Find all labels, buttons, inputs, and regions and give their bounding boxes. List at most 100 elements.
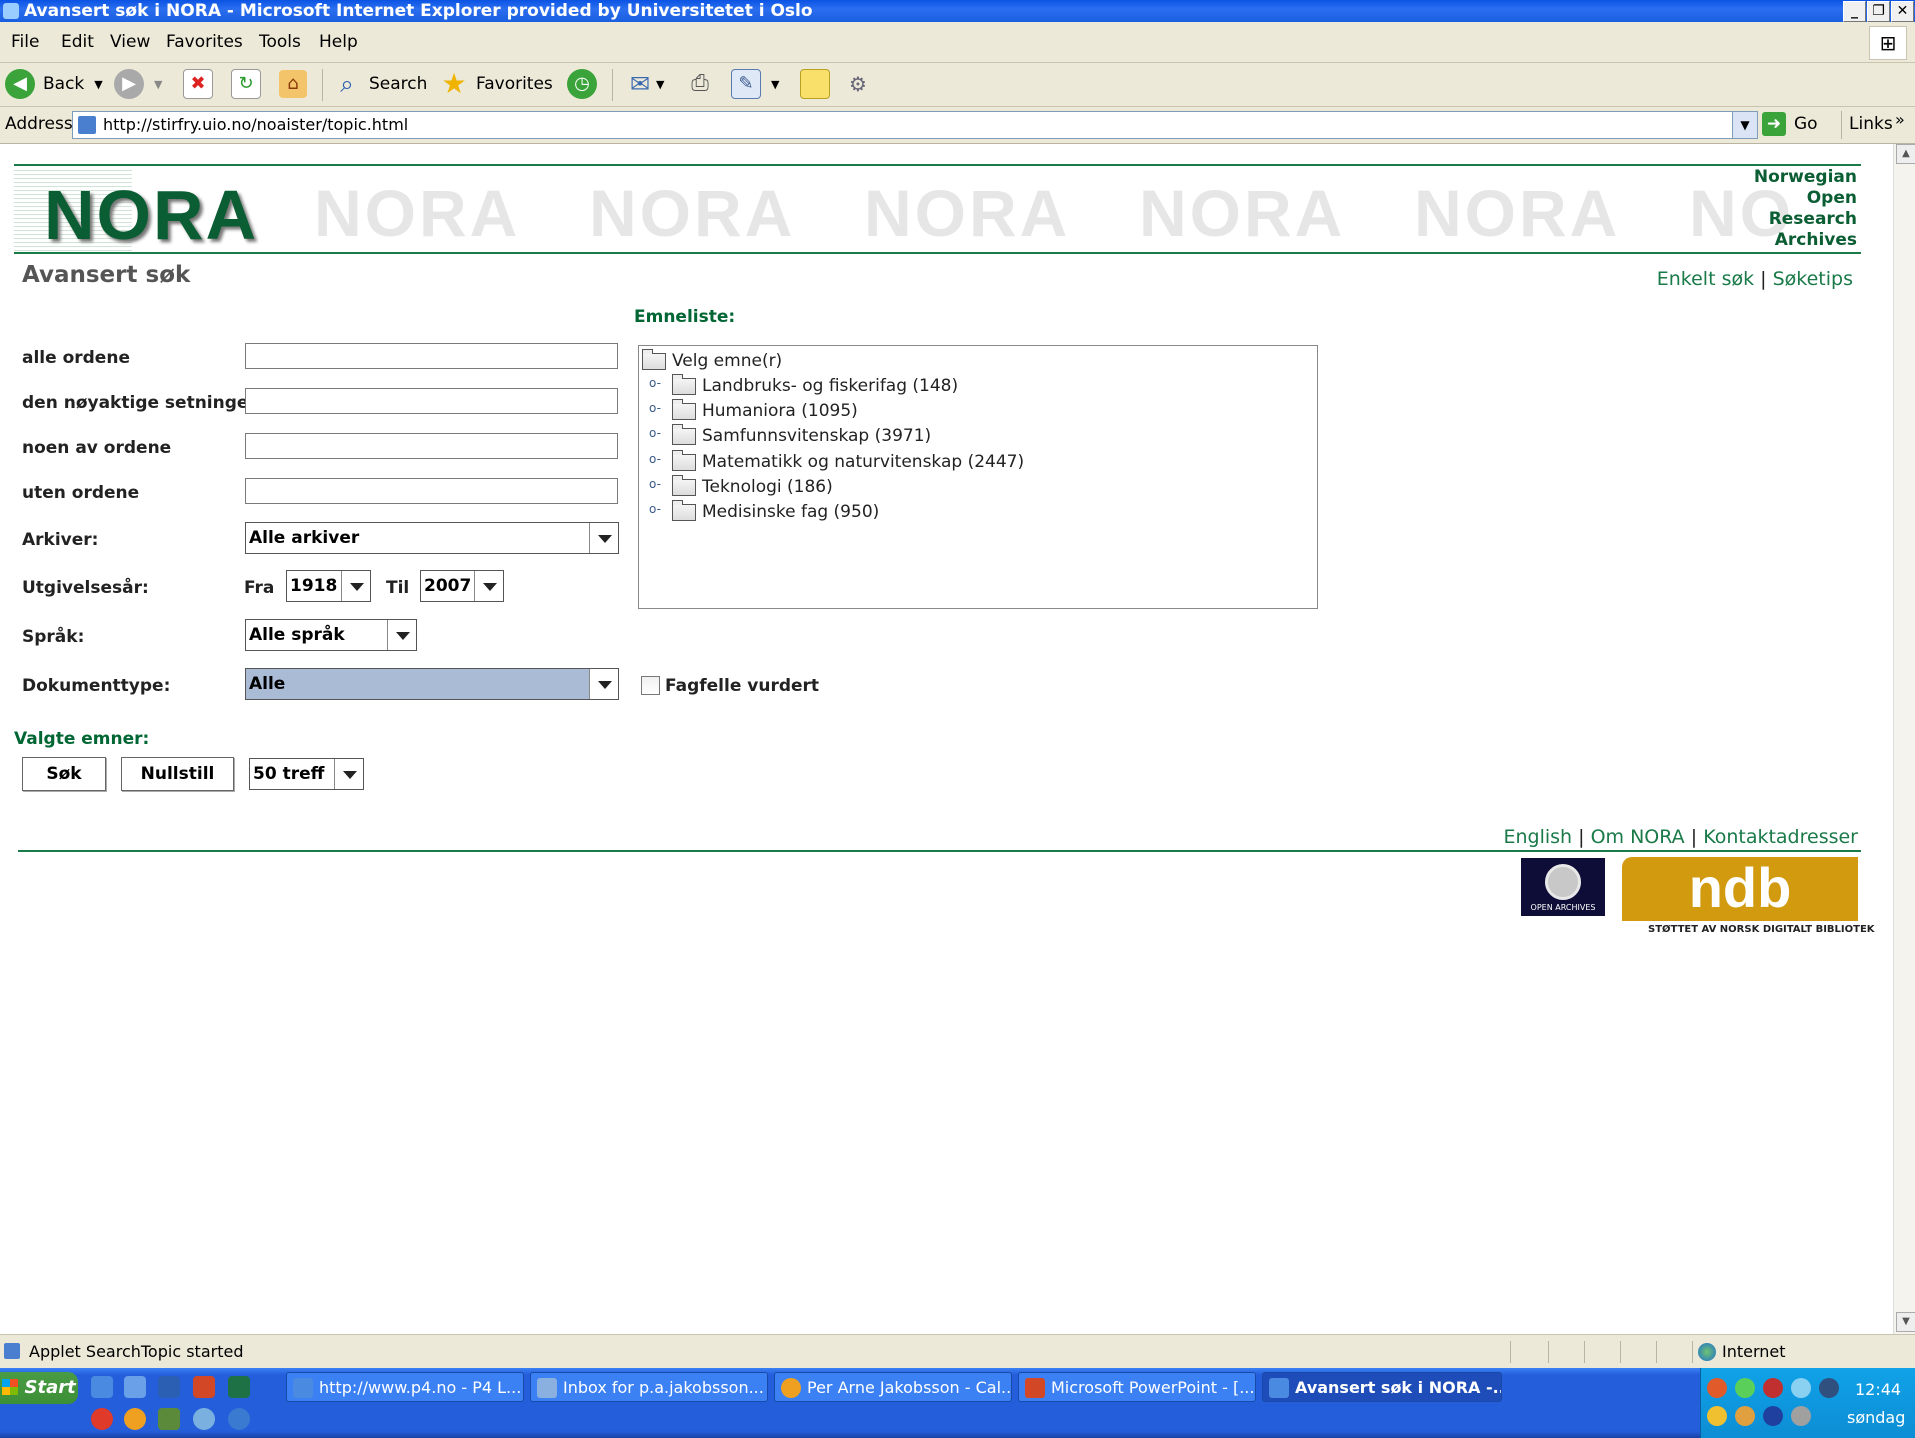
search-tips-link[interactable]: Søketips bbox=[1773, 268, 1853, 290]
mail-tray-icon[interactable] bbox=[1735, 1378, 1755, 1398]
tree-item[interactable]: Samfunnsvitenskap (3971) bbox=[672, 423, 931, 446]
edit-button[interactable]: ✎ ▼ bbox=[731, 68, 779, 100]
from-year-select[interactable]: 1918 bbox=[286, 570, 371, 602]
dropdown-arrow-icon[interactable] bbox=[387, 620, 416, 650]
peer-reviewed-checkbox[interactable] bbox=[641, 676, 660, 695]
taskbar-item-active[interactable]: Avansert søk i NORA -... bbox=[1262, 1372, 1502, 1402]
stop-button[interactable]: ✖ bbox=[183, 68, 213, 100]
research-button[interactable]: ⚙ bbox=[844, 68, 872, 100]
print-button[interactable]: ⎙ bbox=[686, 68, 714, 100]
app-quicklaunch-icon[interactable] bbox=[193, 1408, 215, 1430]
about-link[interactable]: Om NORA bbox=[1591, 826, 1685, 848]
taskbar-item[interactable]: Per Arne Jakobsson - Cal... bbox=[774, 1372, 1012, 1402]
forward-button[interactable]: ▶ ▼ bbox=[114, 68, 162, 100]
dropdown-arrow-icon[interactable] bbox=[334, 759, 363, 789]
menu-view[interactable]: View bbox=[110, 32, 150, 52]
scroll-down-icon[interactable]: ▼ bbox=[1896, 1312, 1915, 1332]
expand-handle-icon[interactable]: o- bbox=[649, 452, 663, 466]
without-words-input[interactable] bbox=[245, 478, 618, 504]
ndb-logo[interactable]: ndb bbox=[1622, 857, 1858, 921]
network-tray-icon[interactable] bbox=[1791, 1378, 1811, 1398]
dropdown-arrow-icon[interactable] bbox=[341, 571, 370, 601]
doctype-select[interactable]: Alle bbox=[245, 668, 619, 700]
history-button[interactable]: ◷ bbox=[567, 68, 597, 100]
mail-icon bbox=[537, 1378, 557, 1398]
links-button[interactable]: Links bbox=[1849, 114, 1893, 134]
app-quicklaunch-icon[interactable] bbox=[91, 1408, 113, 1430]
speaker-tray-icon[interactable] bbox=[1791, 1406, 1811, 1426]
tree-root[interactable]: Velg emne(r) bbox=[642, 348, 782, 371]
exact-phrase-input[interactable] bbox=[245, 388, 618, 414]
search-button[interactable]: ⌕ Search bbox=[333, 68, 427, 100]
english-link[interactable]: English bbox=[1503, 826, 1572, 848]
language-select[interactable]: Alle språk bbox=[245, 619, 417, 651]
dropdown-arrow-icon[interactable] bbox=[474, 571, 503, 601]
menu-help[interactable]: Help bbox=[319, 32, 358, 52]
pencil-tray-icon[interactable] bbox=[1735, 1406, 1755, 1426]
tree-item[interactable]: Teknologi (186) bbox=[672, 474, 833, 497]
tree-item[interactable]: Medisinske fag (950) bbox=[672, 499, 879, 522]
tree-item[interactable]: Humaniora (1095) bbox=[672, 398, 858, 421]
dropdown-arrow-icon[interactable] bbox=[589, 523, 618, 553]
close-button[interactable]: ✕ bbox=[1891, 1, 1914, 22]
topic-tree[interactable]: Velg emne(r) o- Landbruks- og fiskerifag… bbox=[638, 345, 1318, 609]
windows-flag-icon bbox=[2, 1379, 19, 1395]
tool-tray-icon[interactable] bbox=[1819, 1378, 1839, 1398]
outlook-quicklaunch-icon[interactable] bbox=[124, 1376, 146, 1398]
hits-select[interactable]: 50 treff bbox=[249, 758, 364, 790]
taskbar-item[interactable]: Microsoft PowerPoint - [... bbox=[1018, 1372, 1256, 1402]
menu-tools[interactable]: Tools bbox=[259, 32, 301, 52]
expand-handle-icon[interactable]: o- bbox=[649, 426, 663, 440]
app-quicklaunch-icon[interactable] bbox=[124, 1408, 146, 1430]
app-quicklaunch-icon[interactable] bbox=[158, 1408, 180, 1430]
shield-tray-icon[interactable] bbox=[1763, 1406, 1783, 1426]
favorites-button[interactable]: ★ Favorites bbox=[440, 68, 552, 100]
excel-quicklaunch-icon[interactable] bbox=[228, 1376, 250, 1398]
mail-button[interactable]: ✉ ▼ bbox=[626, 68, 665, 100]
any-words-input[interactable] bbox=[245, 433, 618, 459]
scroll-up-icon[interactable]: ▲ bbox=[1896, 144, 1915, 164]
media-quicklaunch-icon[interactable] bbox=[228, 1408, 250, 1430]
all-words-input[interactable] bbox=[245, 343, 618, 369]
word-quicklaunch-icon[interactable] bbox=[158, 1376, 180, 1398]
start-button[interactable]: Start bbox=[0, 1372, 78, 1404]
minimize-button[interactable]: _ bbox=[1843, 1, 1866, 22]
menu-file[interactable]: File bbox=[11, 32, 39, 52]
app-tray-icon[interactable] bbox=[1707, 1406, 1727, 1426]
restore-button[interactable]: ❐ bbox=[1867, 1, 1890, 22]
back-button[interactable]: ◀ Back ▼ bbox=[5, 68, 103, 100]
clock-time[interactable]: 12:44 bbox=[1855, 1380, 1901, 1399]
taskbar-item[interactable]: Inbox for p.a.jakobsson... bbox=[530, 1372, 768, 1402]
open-archives-logo[interactable]: OPEN ARCHIVES bbox=[1521, 858, 1605, 916]
java-tray-icon[interactable] bbox=[1707, 1378, 1727, 1398]
menu-favorites[interactable]: Favorites bbox=[166, 32, 243, 52]
folder-icon bbox=[672, 423, 696, 445]
expand-handle-icon[interactable]: o- bbox=[649, 477, 663, 491]
window-title-bar[interactable]: Avansert søk i NORA - Microsoft Internet… bbox=[0, 0, 1915, 22]
tree-item[interactable]: Landbruks- og fiskerifag (148) bbox=[672, 373, 958, 396]
sync-tray-icon[interactable] bbox=[1763, 1378, 1783, 1398]
ie-quicklaunch-icon[interactable] bbox=[91, 1376, 113, 1398]
contacts-link[interactable]: Kontaktadresser bbox=[1703, 826, 1858, 848]
address-dropdown-button[interactable]: ▼ bbox=[1732, 112, 1757, 138]
expand-handle-icon[interactable]: o- bbox=[649, 502, 663, 516]
expand-handle-icon[interactable]: o- bbox=[649, 401, 663, 415]
discuss-button[interactable] bbox=[800, 68, 830, 100]
address-input[interactable]: http://stirfry.uio.no/noaister/topic.htm… bbox=[72, 111, 1758, 139]
dropdown-arrow-icon[interactable] bbox=[589, 669, 618, 699]
go-button[interactable]: ➜ Go bbox=[1762, 110, 1818, 138]
expand-handle-icon[interactable]: o- bbox=[649, 376, 663, 390]
search-submit-button[interactable]: Søk bbox=[22, 757, 106, 791]
home-button[interactable]: ⌂ bbox=[279, 68, 307, 100]
to-year-select[interactable]: 2007 bbox=[420, 570, 504, 602]
taskbar-item[interactable]: http://www.p4.no - P4 L... bbox=[286, 1372, 524, 1402]
vertical-scrollbar[interactable]: ▲ ▼ bbox=[1893, 144, 1915, 1334]
refresh-button[interactable]: ↻ bbox=[231, 68, 261, 100]
chevron-right-icon[interactable]: » bbox=[1895, 110, 1905, 129]
powerpoint-quicklaunch-icon[interactable] bbox=[193, 1376, 215, 1398]
archives-select[interactable]: Alle arkiver bbox=[245, 522, 619, 554]
tree-item[interactable]: Matematikk og naturvitenskap (2447) bbox=[672, 449, 1024, 472]
menu-edit[interactable]: Edit bbox=[61, 32, 94, 52]
simple-search-link[interactable]: Enkelt søk bbox=[1657, 268, 1754, 290]
reset-button[interactable]: Nullstill bbox=[121, 757, 234, 791]
